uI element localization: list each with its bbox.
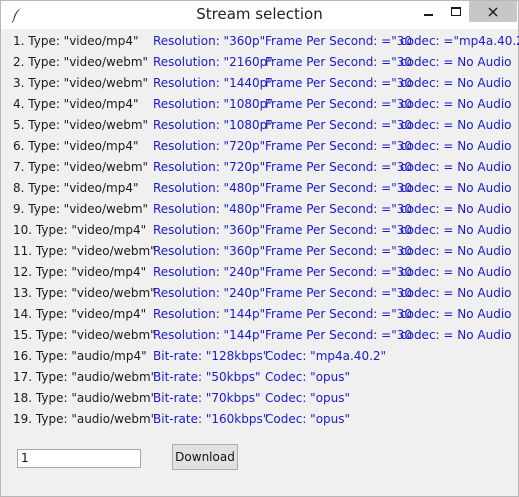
stream-fps: Frame Per Second: ="30 <box>265 265 413 279</box>
download-button[interactable]: Download <box>172 444 238 470</box>
stream-codec: codec: = No Audio <box>400 118 512 132</box>
stream-number-input[interactable]: 1 <box>17 449 141 468</box>
stream-type: 3. Type: "video/webm" <box>13 76 149 90</box>
stream-resolution: Resolution: "720p" <box>153 160 266 174</box>
stream-resolution: Resolution: "240p" <box>153 286 266 300</box>
stream-resolution: Resolution: "360p" <box>153 244 266 258</box>
stream-resolution: Resolution: "480p" <box>153 181 266 195</box>
stream-codec: codec: = No Audio <box>400 244 512 258</box>
stream-codec: Codec: "opus" <box>265 391 351 405</box>
stream-type: 17. Type: "audio/webm" <box>13 370 157 384</box>
stream-codec: codec: = No Audio <box>400 202 512 216</box>
minimize-button[interactable] <box>415 1 442 22</box>
stream-selection-window: Stream selection 1. Type: "video/mp4" Re… <box>0 0 519 497</box>
stream-type: 15. Type: "video/webm" <box>13 328 156 342</box>
stream-codec: codec: = No Audio <box>400 328 512 342</box>
stream-codec: Codec: "opus" <box>265 370 351 384</box>
stream-codec: codec: = No Audio <box>400 55 512 69</box>
stream-resolution: Resolution: "144p" <box>153 328 266 342</box>
stream-type: 16. Type: "audio/mp4" <box>13 349 147 363</box>
stream-codec: codec: = No Audio <box>400 97 512 111</box>
stream-codec: codec: = No Audio <box>400 181 512 195</box>
stream-fps: Frame Per Second: ="30 <box>265 139 413 153</box>
stream-fps: Frame Per Second: ="30 <box>265 76 413 90</box>
stream-codec: codec: = No Audio <box>400 223 512 237</box>
minimize-icon <box>424 13 433 16</box>
stream-bitrate: Bit-rate: "160kbps" <box>153 412 269 426</box>
stream-resolution: Resolution: "144p" <box>153 307 266 321</box>
stream-codec: codec: = No Audio <box>400 307 512 321</box>
stream-type: 8. Type: "video/mp4" <box>13 181 139 195</box>
stream-resolution: Resolution: "240p" <box>153 265 266 279</box>
stream-fps: Frame Per Second: ="30 <box>265 118 413 132</box>
stream-resolution: Resolution: "360p" <box>153 223 266 237</box>
stream-fps: Frame Per Second: ="30 <box>265 181 413 195</box>
close-icon <box>488 7 498 16</box>
stream-fps: Frame Per Second: ="30 <box>265 97 413 111</box>
stream-fps: Frame Per Second: ="30 <box>265 34 413 48</box>
stream-codec: Codec: "mp4a.40.2" <box>265 349 387 363</box>
stream-type: 6. Type: "video/mp4" <box>13 139 139 153</box>
stream-resolution: Resolution: "1080p" <box>153 97 273 111</box>
stream-fps: Frame Per Second: ="30 <box>265 160 413 174</box>
maximize-button[interactable] <box>442 1 469 22</box>
stream-fps: Frame Per Second: ="30 <box>265 223 413 237</box>
stream-resolution: Resolution: "1080p" <box>153 118 273 132</box>
stream-codec: codec: = No Audio <box>400 160 512 174</box>
maximize-icon <box>450 7 461 16</box>
stream-codec: codec: = No Audio <box>400 286 512 300</box>
stream-codec: codec: = No Audio <box>400 139 512 153</box>
stream-type: 14. Type: "video/mp4" <box>13 307 147 321</box>
stream-type: 2. Type: "video/webm" <box>13 55 149 69</box>
stream-bitrate: Bit-rate: "50kbps" <box>153 370 261 384</box>
stream-type: 1. Type: "video/mp4" <box>13 34 139 48</box>
stream-codec: codec: = No Audio <box>400 76 512 90</box>
stream-fps: Frame Per Second: ="30 <box>265 202 413 216</box>
stream-type: 12. Type: "video/mp4" <box>13 265 147 279</box>
stream-type: 5. Type: "video/webm" <box>13 118 149 132</box>
stream-codec: codec: = No Audio <box>400 265 512 279</box>
close-button[interactable] <box>469 1 517 22</box>
stream-type: 9. Type: "video/webm" <box>13 202 149 216</box>
stream-bitrate: Bit-rate: "70kbps" <box>153 391 261 405</box>
stream-type: 19. Type: "audio/webm" <box>13 412 157 426</box>
stream-resolution: Resolution: "360p" <box>153 34 266 48</box>
stream-resolution: Resolution: "480p" <box>153 202 266 216</box>
stream-resolution: Resolution: "2160p" <box>153 55 273 69</box>
stream-type: 11. Type: "video/webm" <box>13 244 156 258</box>
stream-resolution: Resolution: "1440p" <box>153 76 273 90</box>
stream-fps: Frame Per Second: ="30 <box>265 244 413 258</box>
stream-fps: Frame Per Second: ="30 <box>265 307 413 321</box>
stream-codec: Codec: "opus" <box>265 412 351 426</box>
stream-type: 7. Type: "video/webm" <box>13 160 149 174</box>
stream-codec: codec: ="mp4a.40.2" <box>400 34 519 48</box>
stream-fps: Frame Per Second: ="30 <box>265 328 413 342</box>
stream-type: 4. Type: "video/mp4" <box>13 97 139 111</box>
stream-resolution: Resolution: "720p" <box>153 139 266 153</box>
stream-type: 10. Type: "video/mp4" <box>13 223 147 237</box>
stream-list-panel: 1. Type: "video/mp4" Resolution: "360p" … <box>9 31 519 490</box>
stream-fps: Frame Per Second: ="30 <box>265 55 413 69</box>
stream-fps: Frame Per Second: ="30 <box>265 286 413 300</box>
stream-type: 13. Type: "video/webm" <box>13 286 156 300</box>
stream-type: 18. Type: "audio/webm" <box>13 391 157 405</box>
title-bar[interactable]: Stream selection <box>1 1 518 29</box>
stream-bitrate: Bit-rate: "128kbps" <box>153 349 269 363</box>
